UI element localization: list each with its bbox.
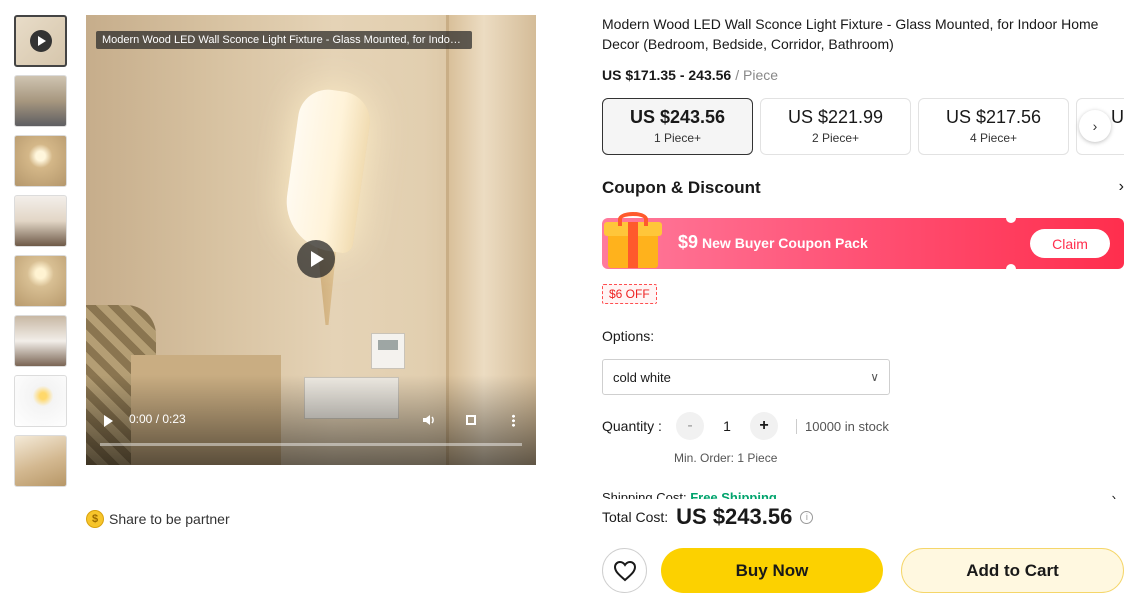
- video-scene-thermostat: [371, 333, 405, 369]
- thumbnail-image[interactable]: [14, 255, 67, 307]
- quantity-decrease-button[interactable]: -: [676, 412, 704, 440]
- tier-qty: 2 Piece+: [811, 131, 860, 145]
- product-title: Modern Wood LED Wall Sconce Light Fixtur…: [602, 16, 1099, 52]
- shipping-label: Shipping Cost:: [602, 490, 687, 499]
- coupon-banner[interactable]: $9 New Buyer Coupon Pack Claim: [602, 212, 1124, 274]
- chevron-down-icon: ∨: [870, 370, 879, 384]
- tier-price: US $221.99: [787, 107, 884, 127]
- share-label: Share to be partner: [109, 511, 230, 527]
- total-value: US $243.56: [676, 504, 793, 529]
- tier-price: US: [1111, 107, 1124, 127]
- thumbnail-image[interactable]: [14, 195, 67, 247]
- fullscreen-icon[interactable]: [466, 415, 476, 425]
- price-tier[interactable]: US $243.56 1 Piece+: [602, 98, 753, 155]
- tier-price: US $217.56: [945, 107, 1042, 127]
- thumbnail-image[interactable]: [14, 75, 67, 127]
- min-order: Min. Order: 1 Piece: [674, 451, 778, 465]
- quantity-increase-button[interactable]: +: [750, 412, 778, 440]
- thumbnail-image[interactable]: [14, 135, 67, 187]
- coupon-section-header[interactable]: Coupon & Discount ›: [602, 178, 1124, 198]
- gift-icon: [602, 210, 664, 270]
- thumbnail-image[interactable]: [14, 435, 67, 487]
- heart-icon: [613, 560, 636, 581]
- options-select[interactable]: cold white ∨: [602, 359, 890, 395]
- coupon-label: New Buyer Coupon Pack: [702, 235, 868, 251]
- tier-price: US $243.56: [629, 107, 726, 127]
- coupon-text: $9 New Buyer Coupon Pack: [678, 232, 868, 253]
- wishlist-button[interactable]: [602, 548, 647, 593]
- coupon-notch: [1006, 213, 1016, 223]
- volume-icon[interactable]: [422, 413, 436, 427]
- chevron-right-icon: ›: [1118, 178, 1124, 195]
- thumbnail-list: [14, 15, 67, 495]
- thumbnail-image[interactable]: [14, 315, 67, 367]
- video-time: 0:00 / 0:23: [129, 412, 186, 426]
- discount-tag[interactable]: $6 OFF: [602, 284, 657, 304]
- thumbnail-image[interactable]: [14, 375, 67, 427]
- options-selected-value: cold white: [613, 369, 671, 385]
- play-icon[interactable]: [297, 240, 335, 278]
- price-tier[interactable]: US $221.99 2 Piece+: [760, 98, 911, 155]
- shipping-value: Free Shipping: [690, 490, 777, 499]
- video-scene-lamp-shade: [280, 85, 374, 255]
- video-progress-bar[interactable]: [100, 443, 522, 446]
- coin-icon: $: [86, 510, 104, 528]
- total-label: Total Cost:: [602, 509, 669, 525]
- quantity-label: Quantity :: [602, 418, 662, 434]
- info-icon[interactable]: i: [800, 510, 814, 524]
- play-icon: [29, 30, 52, 52]
- video-overlay-title: Modern Wood LED Wall Sconce Light Fixtur…: [96, 31, 472, 49]
- coupon-heading: Coupon & Discount: [602, 178, 761, 197]
- share-partner-link[interactable]: $ Share to be partner: [86, 510, 230, 528]
- add-to-cart-button[interactable]: Add to Cart: [901, 548, 1124, 593]
- coupon-notch: [1006, 264, 1016, 274]
- total-cost-row: Total Cost: US $243.56 i: [602, 504, 814, 530]
- buy-now-button[interactable]: Buy Now: [661, 548, 883, 593]
- product-video-player[interactable]: Modern Wood LED Wall Sconce Light Fixtur…: [86, 15, 536, 465]
- shipping-row[interactable]: Shipping Cost: Free Shipping ›: [602, 490, 1124, 499]
- options-label: Options:: [602, 328, 655, 344]
- coupon-amount: $9: [678, 232, 699, 252]
- chevron-right-icon: ›: [1111, 490, 1116, 499]
- price-range-value: US $171.35 - 243.56: [602, 67, 732, 83]
- price-range: US $171.35 - 243.56/ Piece: [602, 67, 778, 83]
- claim-button[interactable]: Claim: [1030, 229, 1110, 258]
- thumbnail-video[interactable]: [14, 15, 67, 67]
- chevron-right-icon[interactable]: ›: [1079, 110, 1111, 142]
- tier-qty: 1 Piece+: [653, 131, 702, 145]
- tier-qty: 4 Piece+: [969, 131, 1018, 145]
- play-icon[interactable]: [104, 415, 113, 427]
- quantity-value[interactable]: 1: [704, 418, 750, 434]
- price-tiers: US $243.56 1 Piece+ US $221.99 2 Piece+ …: [602, 98, 1124, 155]
- price-tier[interactable]: US $217.56 4 Piece+: [918, 98, 1069, 155]
- stock-count: 10000 in stock: [796, 418, 889, 434]
- price-unit: / Piece: [735, 67, 779, 83]
- more-icon[interactable]: [512, 414, 515, 427]
- quantity-row: Quantity : - 1 + 10000 in stock: [602, 412, 889, 440]
